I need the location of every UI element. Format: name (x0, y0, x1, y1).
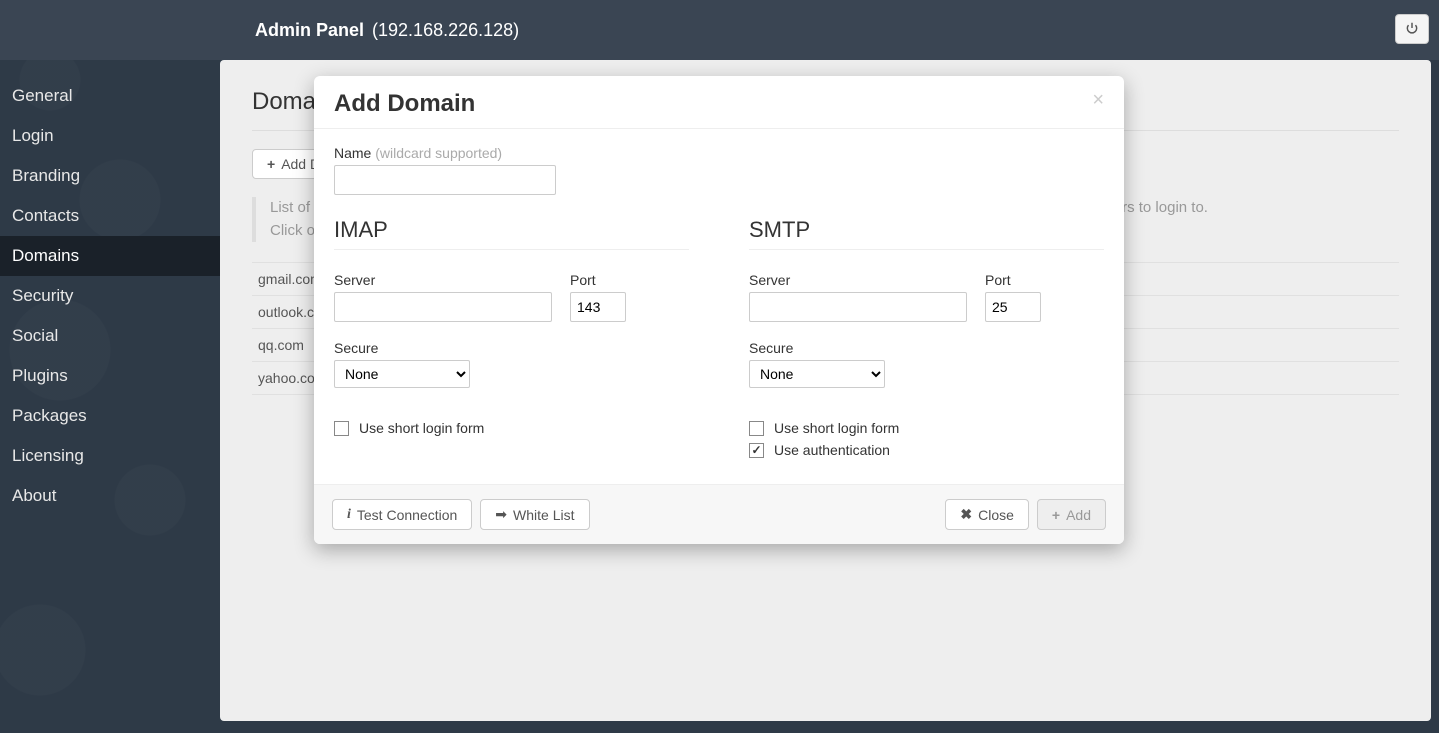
sidebar-item-branding[interactable]: Branding (0, 156, 220, 196)
imap-short-login-label: Use short login form (359, 420, 484, 436)
plus-icon: + (1052, 507, 1060, 523)
name-field-label: Name (wildcard supported) (334, 145, 1104, 161)
info-icon: i (347, 507, 351, 523)
sidebar-item-label: About (12, 486, 56, 505)
domain-name-input[interactable] (334, 165, 556, 195)
sidebar-item-label: Contacts (12, 206, 79, 225)
imap-secure-label: Secure (334, 340, 689, 356)
modal-body: Name (wildcard supported) IMAP Server Po… (314, 129, 1124, 484)
close-button[interactable]: ✖ Close (945, 499, 1029, 530)
smtp-secure-select[interactable]: None (749, 360, 885, 388)
sidebar-item-label: Security (12, 286, 73, 305)
smtp-server-input[interactable] (749, 292, 967, 322)
sidebar-item-plugins[interactable]: Plugins (0, 356, 220, 396)
test-connection-label: Test Connection (357, 507, 457, 523)
sidebar-item-contacts[interactable]: Contacts (0, 196, 220, 236)
imap-short-login-row[interactable]: Use short login form (334, 420, 689, 436)
test-connection-button[interactable]: i Test Connection (332, 499, 472, 530)
smtp-auth-checkbox[interactable] (749, 443, 764, 458)
imap-port-label: Port (570, 272, 626, 288)
smtp-port-input[interactable] (985, 292, 1041, 322)
sidebar-item-login[interactable]: Login (0, 116, 220, 156)
sidebar-item-label: Domains (12, 246, 79, 265)
sidebar: General Login Branding Contacts Domains … (0, 60, 220, 733)
x-icon: ✖ (960, 506, 972, 523)
smtp-secure-label: Secure (749, 340, 1104, 356)
whitelist-label: White List (513, 507, 574, 523)
app-title: Admin Panel (255, 20, 364, 41)
close-icon[interactable]: × (1092, 90, 1104, 110)
sidebar-item-licensing[interactable]: Licensing (0, 436, 220, 476)
smtp-auth-label: Use authentication (774, 442, 890, 458)
add-domain-modal: Add Domain × Name (wildcard supported) I… (314, 76, 1124, 544)
arrow-right-icon: ➡ (495, 506, 507, 523)
sidebar-item-security[interactable]: Security (0, 276, 220, 316)
imap-server-input[interactable] (334, 292, 552, 322)
modal-header: Add Domain × (314, 76, 1124, 129)
close-label: Close (978, 507, 1014, 523)
imap-heading: IMAP (334, 217, 689, 250)
imap-secure-select[interactable]: None (334, 360, 470, 388)
smtp-port-label: Port (985, 272, 1041, 288)
sidebar-item-packages[interactable]: Packages (0, 396, 220, 436)
name-label-text: Name (334, 145, 371, 161)
sidebar-item-label: Login (12, 126, 54, 145)
smtp-short-login-checkbox[interactable] (749, 421, 764, 436)
modal-title: Add Domain (334, 90, 475, 118)
sidebar-item-label: Licensing (12, 446, 84, 465)
add-button[interactable]: + Add (1037, 499, 1106, 530)
imap-column: IMAP Server Port Secure None (334, 217, 689, 464)
sidebar-item-label: Social (12, 326, 58, 345)
add-label: Add (1066, 507, 1091, 523)
power-icon (1405, 19, 1419, 40)
smtp-heading: SMTP (749, 217, 1104, 250)
name-hint: (wildcard supported) (375, 145, 502, 161)
topbar: Admin Panel (192.168.226.128) (0, 0, 1439, 60)
sidebar-item-label: General (12, 86, 72, 105)
sidebar-item-label: Packages (12, 406, 87, 425)
plus-icon: + (267, 156, 275, 172)
app-ip: (192.168.226.128) (372, 20, 519, 41)
sidebar-item-domains[interactable]: Domains (0, 236, 220, 276)
smtp-short-login-label: Use short login form (774, 420, 899, 436)
smtp-server-label: Server (749, 272, 967, 288)
sidebar-item-about[interactable]: About (0, 476, 220, 516)
imap-server-label: Server (334, 272, 552, 288)
sidebar-item-label: Branding (12, 166, 80, 185)
smtp-auth-row[interactable]: Use authentication (749, 442, 1104, 458)
modal-footer: i Test Connection ➡ White List ✖ Close +… (314, 484, 1124, 544)
whitelist-button[interactable]: ➡ White List (480, 499, 589, 530)
smtp-short-login-row[interactable]: Use short login form (749, 420, 1104, 436)
imap-short-login-checkbox[interactable] (334, 421, 349, 436)
imap-port-input[interactable] (570, 292, 626, 322)
sidebar-item-social[interactable]: Social (0, 316, 220, 356)
power-button[interactable] (1395, 14, 1429, 44)
smtp-column: SMTP Server Port Secure None (749, 217, 1104, 464)
sidebar-item-label: Plugins (12, 366, 68, 385)
sidebar-item-general[interactable]: General (0, 76, 220, 116)
